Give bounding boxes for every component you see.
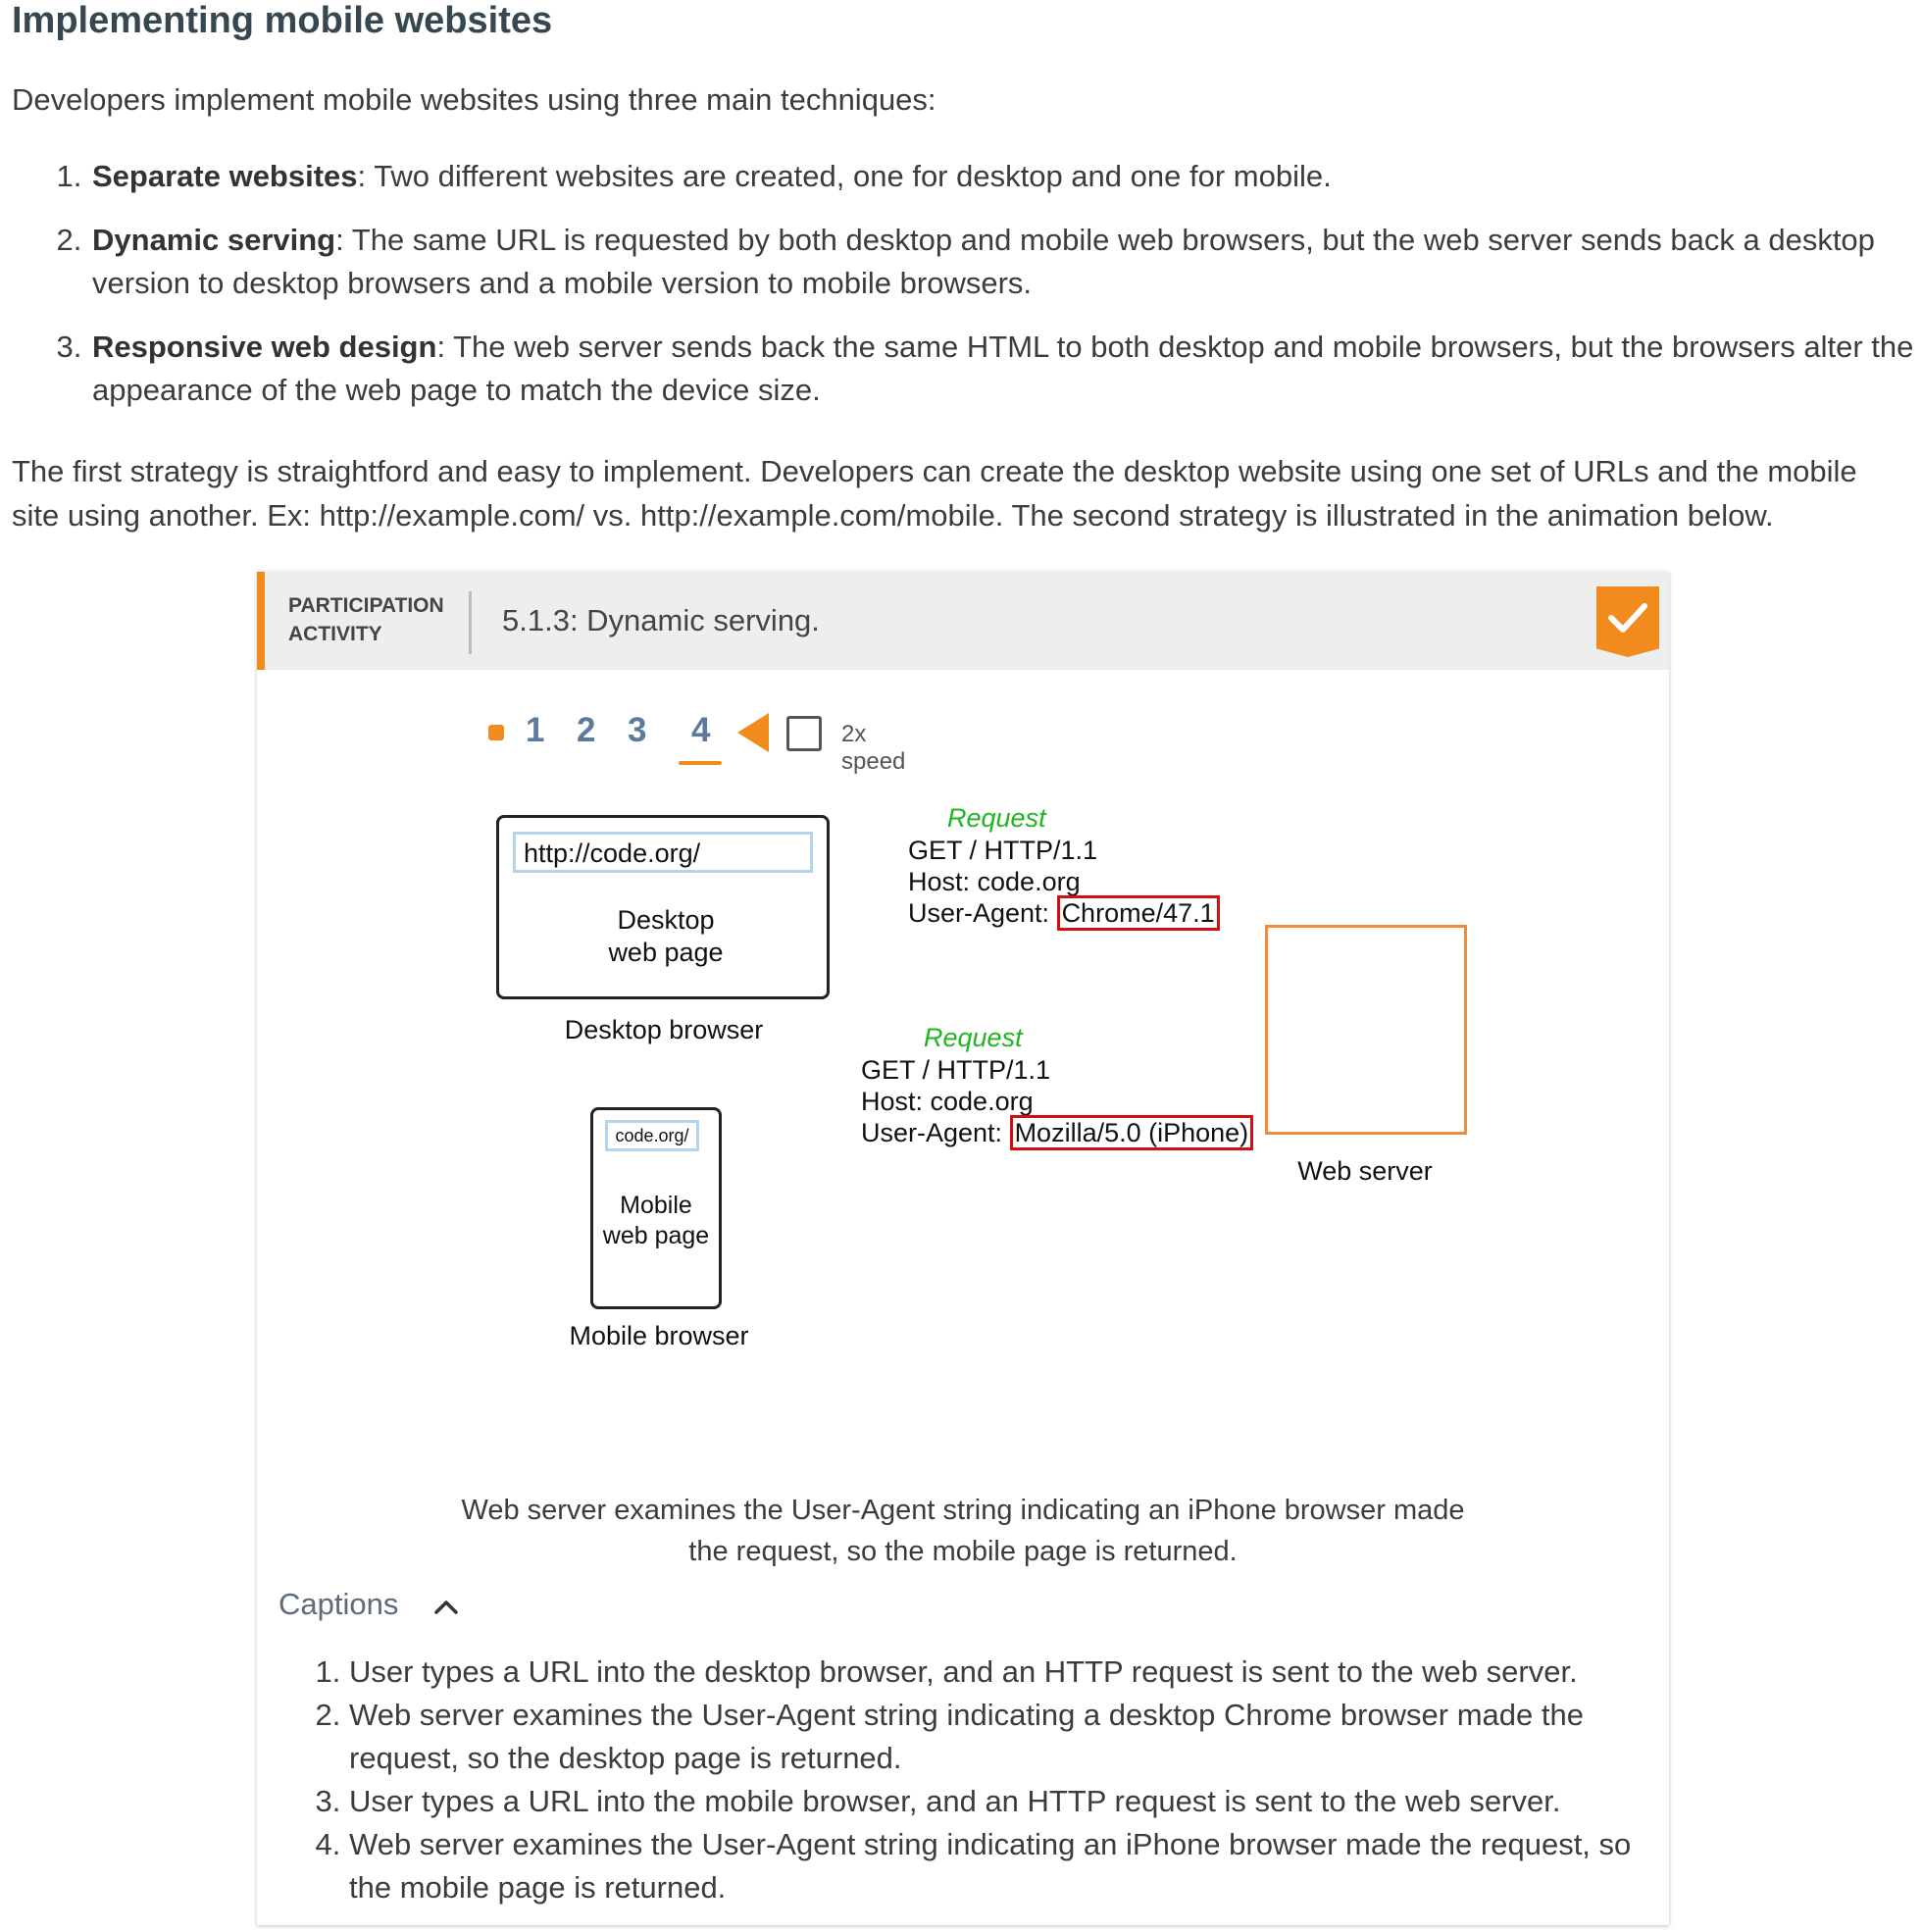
list-item: Responsive web design: The web server se… — [90, 326, 1922, 412]
mobile-browser-window: code.org/ Mobile web page — [590, 1107, 722, 1309]
technique-text: : Two different websites are created, on… — [357, 159, 1332, 193]
mobile-browser-caption: Mobile browser — [569, 1321, 749, 1350]
ua-value-highlight: Mozilla/5.0 (iPhone) — [1009, 1115, 1254, 1150]
intro-text: Developers implement mobile websites usi… — [12, 82, 936, 117]
mobile-request-title: Request — [924, 1023, 1023, 1052]
activity-header: PARTICIPATION ACTIVITY 5.1.3: Dynamic se… — [257, 572, 1669, 670]
desktop-request-ua: User-Agent: Chrome/47.1 — [908, 895, 1220, 931]
strategy-paragraph: The first strategy is straightford and e… — [12, 454, 1857, 533]
list-item: Web server examines the User-Agent strin… — [349, 1694, 1663, 1780]
technique-text: : The same URL is requested by both desk… — [92, 223, 1875, 300]
current-caption-line1: Web server examines the User-Agent strin… — [461, 1495, 1465, 1526]
section-title: Implementing mobile websites — [12, 0, 553, 41]
ua-value-highlight: Chrome/47.1 — [1056, 895, 1220, 931]
list-item: Separate websites: Two different website… — [90, 155, 1922, 198]
step-button-3[interactable]: 3 — [628, 711, 646, 750]
mobile-request-line1: GET / HTTP/1.1 — [861, 1055, 1051, 1085]
activity-label-line1: PARTICIPATION — [288, 594, 444, 617]
speed-label: 2x speed — [841, 721, 906, 775]
mobile-url-bar: code.org/ — [605, 1120, 699, 1151]
mobile-request-ua: User-Agent: Mozilla/5.0 (iPhone) — [861, 1115, 1254, 1150]
step-button-4[interactable]: 4 — [691, 711, 710, 750]
activity-title: 5.1.3: Dynamic serving. — [502, 603, 820, 637]
captions-toggle[interactable]: Captions — [278, 1587, 398, 1622]
technique-term: Dynamic serving — [92, 223, 336, 257]
list-item: User types a URL into the desktop browse… — [349, 1651, 1663, 1694]
technique-term: Separate websites — [92, 159, 358, 193]
captions-list: User types a URL into the desktop browse… — [316, 1651, 1663, 1909]
step-button-1[interactable]: 1 — [526, 711, 544, 750]
web-server-caption: Web server — [1297, 1156, 1433, 1186]
back-arrow-icon[interactable] — [737, 713, 769, 752]
current-caption: Web server examines the User-Agent strin… — [404, 1490, 1522, 1572]
current-step-indicator — [679, 761, 722, 765]
desktop-browser-caption: Desktop browser — [564, 1015, 764, 1044]
desktop-url-bar: http://code.org/ — [513, 832, 813, 873]
current-caption-line2: the request, so the mobile page is retur… — [688, 1536, 1238, 1567]
technique-term: Responsive web design — [92, 330, 437, 364]
participation-activity: PARTICIPATION ACTIVITY 5.1.3: Dynamic se… — [257, 572, 1669, 1925]
list-item: User types a URL into the mobile browser… — [349, 1780, 1663, 1823]
desktop-browser-window: http://code.org/ Desktop web page — [496, 815, 830, 999]
ua-label: User-Agent: — [861, 1118, 1010, 1147]
techniques-list: Separate websites: Two different website… — [57, 155, 1922, 432]
mobile-request-line2: Host: code.org — [861, 1087, 1034, 1116]
stop-button[interactable] — [488, 725, 504, 740]
speed-checkbox[interactable] — [786, 716, 822, 751]
desktop-page-line2: web page — [608, 938, 724, 967]
completed-badge — [1596, 586, 1659, 657]
web-server-box — [1265, 925, 1467, 1135]
ua-label: User-Agent: — [908, 898, 1057, 928]
desktop-request-title: Request — [947, 803, 1046, 833]
mobile-page-line1: Mobile — [620, 1192, 692, 1219]
chevron-up-icon[interactable] — [433, 1598, 459, 1615]
desktop-page-label: Desktop web page — [499, 904, 833, 969]
mobile-page-line2: web page — [602, 1222, 710, 1249]
desktop-request-line1: GET / HTTP/1.1 — [908, 836, 1098, 865]
header-divider — [469, 591, 472, 654]
desktop-page-line1: Desktop — [617, 905, 715, 935]
activity-label: PARTICIPATION ACTIVITY — [288, 591, 444, 648]
check-icon — [1608, 603, 1647, 633]
list-item: Web server examines the User-Agent strin… — [349, 1823, 1663, 1909]
activity-label-line2: ACTIVITY — [288, 623, 382, 645]
list-item: Dynamic serving: The same URL is request… — [90, 219, 1922, 305]
step-button-2[interactable]: 2 — [577, 711, 595, 750]
mobile-page-label: Mobile web page — [593, 1191, 719, 1251]
desktop-request-line2: Host: code.org — [908, 867, 1081, 896]
